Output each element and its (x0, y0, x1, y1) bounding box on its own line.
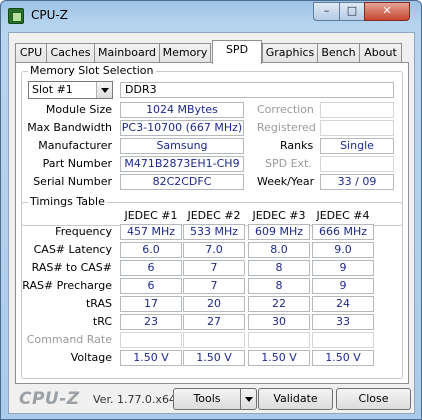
footer-bar: CPU-Z Ver. 1.77.0.x64 Tools Validate Clo… (9, 385, 414, 413)
timing-cell: 666 MHz (312, 224, 374, 240)
timing-cell: 30 (248, 314, 310, 330)
timing-cell: 609 MHz (248, 224, 310, 240)
timing-cell: 533 MHz (183, 224, 245, 240)
manufacturer-value: Samsung (120, 138, 244, 154)
max-bandwidth-value: PC3-10700 (667 MHz) (120, 120, 244, 136)
timing-cell: 17 (120, 296, 182, 312)
tab-mainboard[interactable]: Mainboard (94, 43, 160, 63)
window-title: CPU-Z (31, 8, 68, 22)
timing-cell: 6 (120, 260, 182, 276)
week-year-label: Week/Year (257, 175, 315, 188)
validate-button[interactable]: Validate (258, 388, 333, 410)
tab-bench[interactable]: Bench (317, 43, 360, 63)
correction-value (320, 102, 394, 118)
timing-cell: 1.50 V (120, 350, 182, 366)
timing-cell: 22 (248, 296, 310, 312)
timing-row-label: Frequency (55, 225, 112, 238)
timings-group: Timings Table JEDEC #1 JEDEC #2 JEDEC #3… (21, 195, 403, 379)
maximize-button[interactable]: □ (339, 2, 365, 21)
timing-row-label: tRAS (85, 297, 112, 310)
cpuz-brand-logo: CPU-Z (19, 389, 80, 409)
timings-col-header: JEDEC #3 (252, 209, 306, 222)
spd-ext-label: SPD Ext. (265, 157, 312, 170)
tab-cpu[interactable]: CPU (15, 43, 47, 63)
ranks-label: Ranks (280, 139, 314, 152)
title-bar[interactable]: CPU-Z – □ ✕ (1, 1, 421, 31)
memory-type: DDR3 (120, 82, 394, 98)
tab-caches[interactable]: Caches (46, 43, 95, 63)
timing-cell: 7 (183, 260, 245, 276)
timing-cell: 1.50 V (312, 350, 374, 366)
tab-memory[interactable]: Memory (159, 43, 211, 63)
timing-cell: 24 (312, 296, 374, 312)
timings-col-header: JEDEC #2 (187, 209, 241, 222)
timing-cell: 9 (312, 278, 374, 294)
close-button[interactable]: Close (336, 388, 411, 410)
timings-col-header: JEDEC #1 (124, 209, 178, 222)
tools-dropdown-button[interactable] (240, 388, 257, 410)
tab-graphics[interactable]: Graphics (262, 43, 318, 63)
week-year-value: 33 / 09 (320, 174, 394, 190)
cpuz-app-icon (8, 8, 24, 24)
serial-number-label: Serial Number (33, 175, 112, 188)
tab-about[interactable]: About (359, 43, 402, 63)
timing-cell: 457 MHz (120, 224, 182, 240)
timing-cell (248, 332, 310, 348)
manufacturer-label: Manufacturer (38, 139, 112, 152)
spd-ext-value (320, 156, 394, 172)
memory-slot-legend: Memory Slot Selection (28, 64, 156, 77)
timing-cell: 1.50 V (248, 350, 310, 366)
slot-select-value: Slot #1 (32, 83, 73, 96)
timings-legend: Timings Table (28, 195, 107, 208)
timing-cell (183, 332, 245, 348)
dropdown-arrow-icon (245, 397, 253, 402)
minimize-button[interactable]: – (313, 2, 340, 21)
timing-cell (120, 332, 182, 348)
registered-value (320, 120, 394, 136)
timing-cell: 6 (120, 278, 182, 294)
timing-cell: 9 (312, 260, 374, 276)
max-bandwidth-label: Max Bandwidth (27, 121, 112, 134)
timing-cell (312, 332, 374, 348)
part-number-label: Part Number (42, 157, 112, 170)
timing-row-label: RAS# Precharge (22, 279, 112, 292)
timing-cell: 8.0 (248, 242, 310, 258)
slot-select[interactable]: Slot #1 (28, 81, 113, 99)
module-size-value: 1024 MBytes (120, 102, 244, 118)
tools-button[interactable]: Tools (173, 388, 241, 410)
timing-row-label: RAS# to CAS# (31, 261, 112, 274)
ranks-value: Single (320, 138, 394, 154)
timing-cell: 27 (183, 314, 245, 330)
serial-number-value: 82C2CDFC (120, 174, 244, 190)
timing-cell: 8 (248, 260, 310, 276)
cpuz-window: CPU-Z – □ ✕ CPU Caches Mainboard Memory … (0, 0, 422, 420)
spd-panel: Memory Slot Selection Slot #1 DDR3 Modul… (15, 62, 409, 384)
timings-col-header: JEDEC #4 (316, 209, 370, 222)
module-size-label: Module Size (45, 103, 112, 116)
timing-cell: 7 (183, 278, 245, 294)
timing-cell: 9.0 (312, 242, 374, 258)
client-area: CPU Caches Mainboard Memory SPD Graphics… (8, 32, 415, 414)
dropdown-arrow-icon[interactable] (96, 82, 112, 98)
registered-label: Registered (257, 121, 316, 134)
correction-label: Correction (257, 103, 314, 116)
part-number-value: M471B2873EH1-CH9 (120, 156, 244, 172)
timing-row-label: Command Rate (26, 333, 112, 346)
timing-row-label: CAS# Latency (33, 243, 112, 256)
timing-row-label: tRC (92, 315, 112, 328)
timing-cell: 7.0 (183, 242, 245, 258)
timing-cell: 23 (120, 314, 182, 330)
timing-cell: 20 (183, 296, 245, 312)
timing-cell: 6.0 (120, 242, 182, 258)
close-window-button[interactable]: ✕ (364, 2, 410, 21)
version-text: Ver. 1.77.0.x64 (93, 393, 176, 406)
timing-cell: 8 (248, 278, 310, 294)
tab-spd[interactable]: SPD (212, 40, 262, 64)
timing-cell: 1.50 V (183, 350, 245, 366)
timing-row-label: Voltage (70, 351, 112, 364)
timing-cell: 33 (312, 314, 374, 330)
